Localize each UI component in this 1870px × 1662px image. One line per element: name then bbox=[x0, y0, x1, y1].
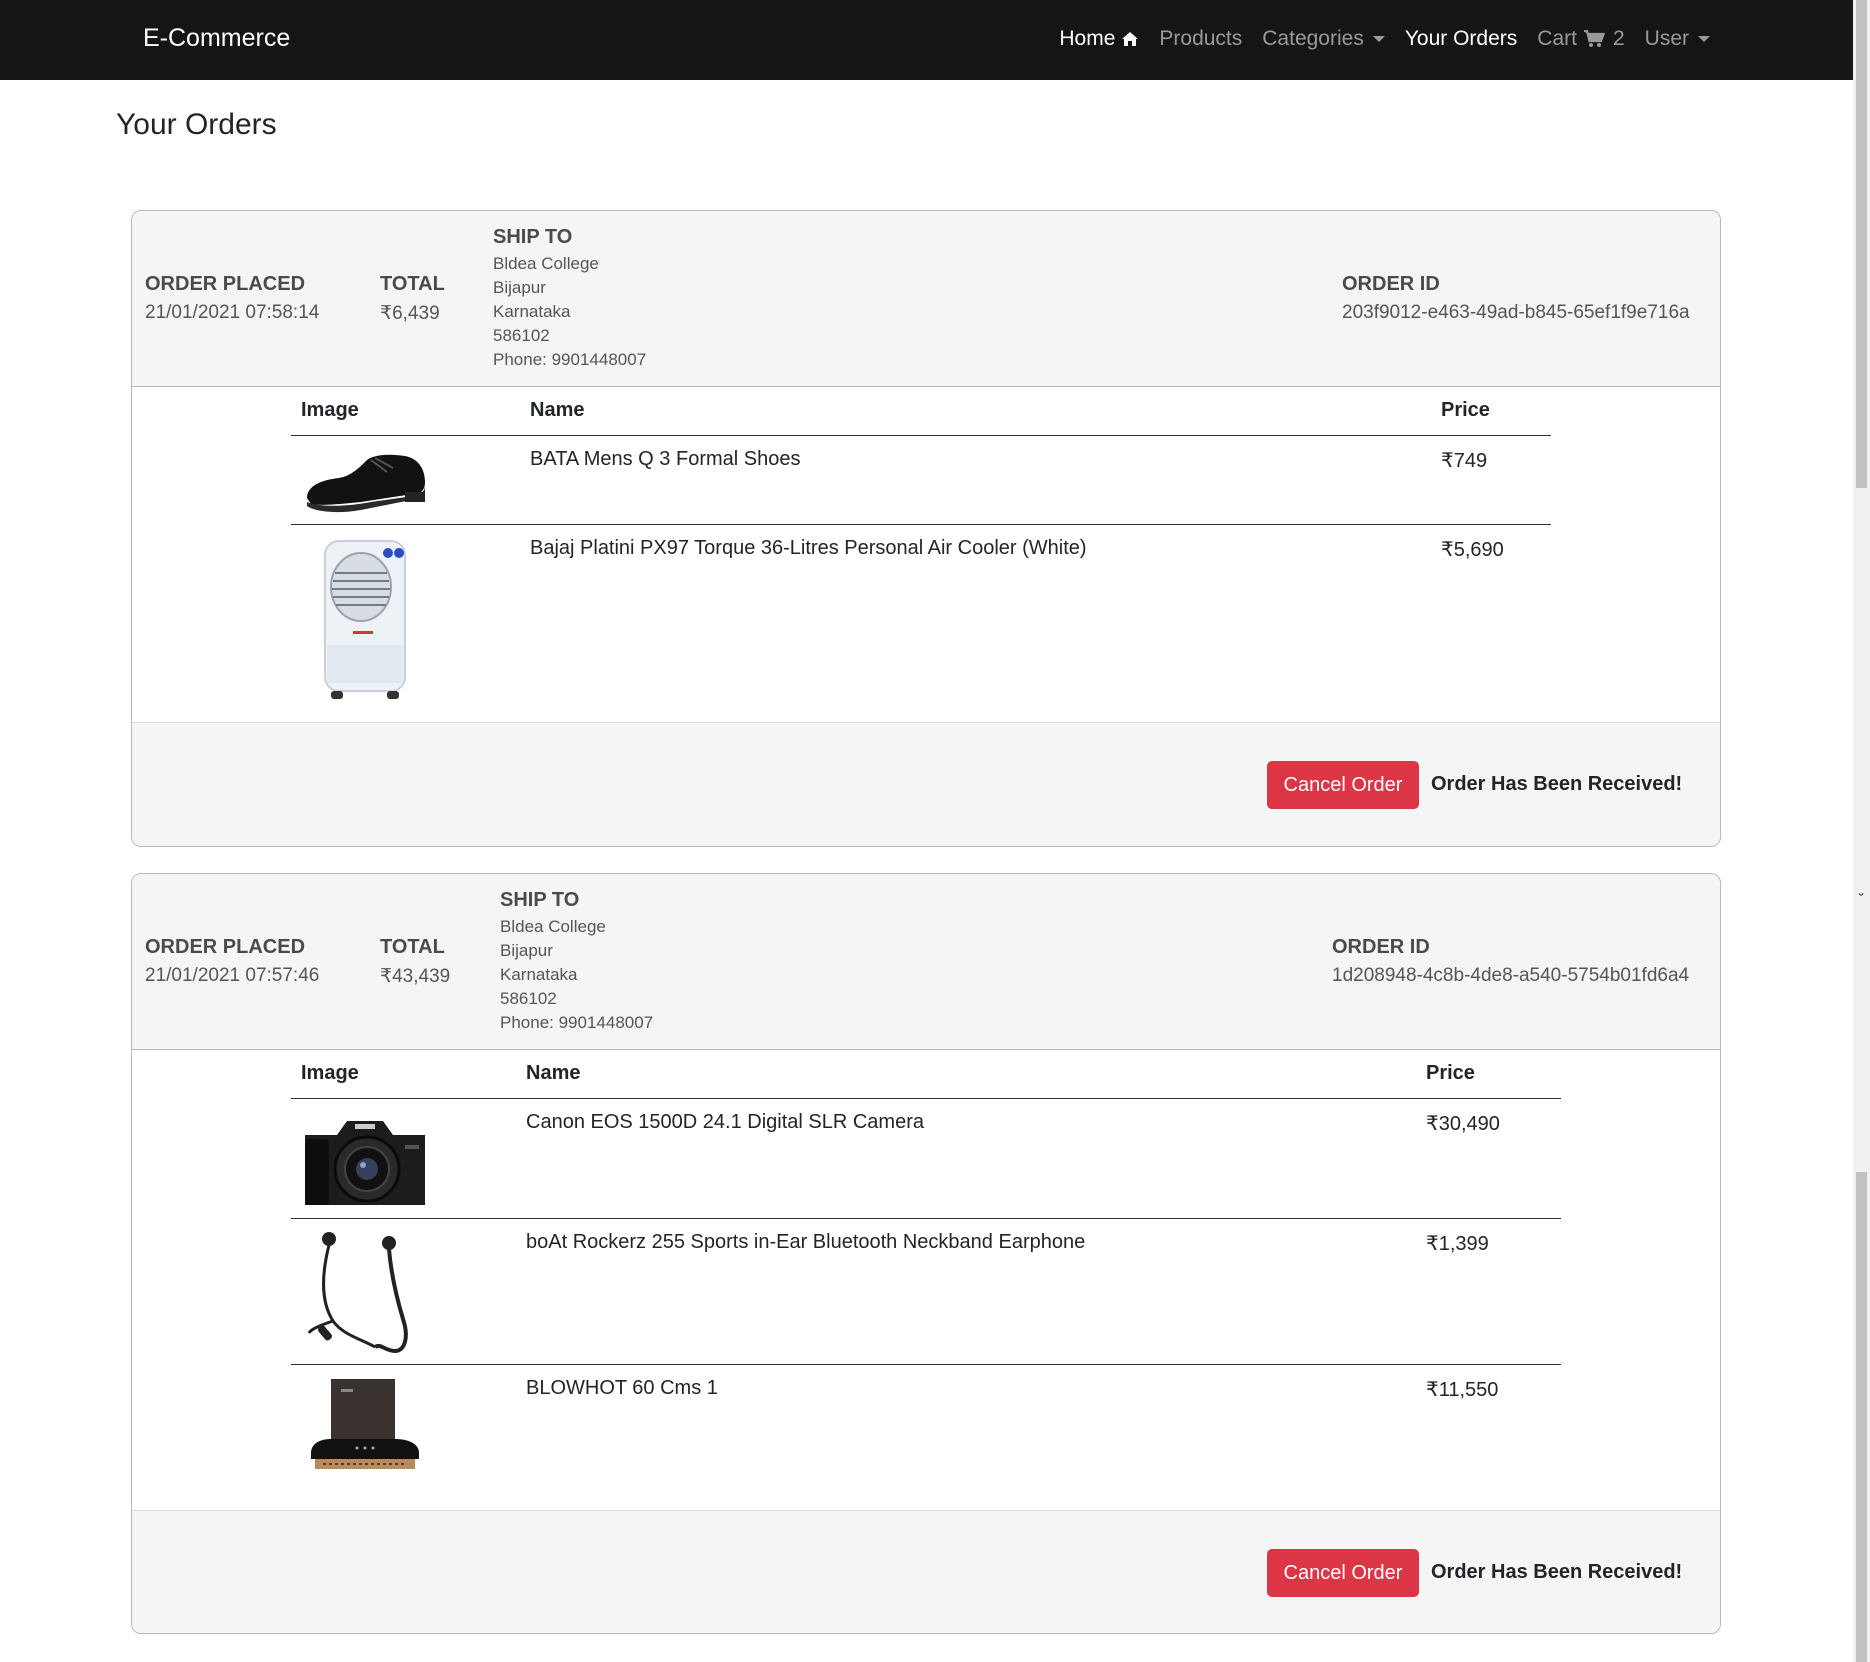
chevron-down-icon bbox=[1698, 36, 1710, 42]
air-cooler-icon bbox=[324, 539, 406, 699]
col-price-header: Price bbox=[1431, 387, 1551, 436]
ship-line: Bijapur bbox=[500, 941, 553, 960]
order-id-value: 1d208948-4c8b-4de8-a540-5754b01fd6a4 bbox=[1332, 965, 1690, 986]
nav-your-orders-label: Your Orders bbox=[1404, 27, 1518, 50]
col-image-header: Image bbox=[291, 387, 520, 436]
item-image[interactable] bbox=[291, 1364, 516, 1510]
order-footer: Cancel Order Order Has Been Received! bbox=[132, 1510, 1720, 1633]
home-icon bbox=[1122, 32, 1139, 46]
ship-line: 586102 bbox=[500, 989, 557, 1008]
table-row: BATA Mens Q 3 Formal Shoes ₹749 bbox=[291, 435, 1551, 525]
nav-cart[interactable]: Cart 2 bbox=[1537, 27, 1624, 51]
nav-categories-label: Categories bbox=[1262, 27, 1364, 50]
cart-count: 2 bbox=[1612, 27, 1625, 50]
col-name-header: Name bbox=[520, 387, 1431, 436]
order-header: ORDER PLACED 21/01/2021 07:57:46 TOTAL ₹… bbox=[132, 874, 1720, 1050]
scrollbar-thumb[interactable] bbox=[1856, 0, 1867, 488]
item-name[interactable]: Canon EOS 1500D 24.1 Digital SLR Camera bbox=[516, 1098, 1416, 1219]
item-price: ₹30,490 bbox=[1416, 1098, 1561, 1219]
nav-products-label: Products bbox=[1159, 27, 1243, 50]
item-price: ₹11,550 bbox=[1426, 1378, 1499, 1401]
chevron-down-icon[interactable]: ⌄ bbox=[1856, 885, 1866, 899]
item-name[interactable]: Bajaj Platini PX97 Torque 36-Litres Pers… bbox=[520, 524, 1431, 722]
table-header-row: Image Name Price bbox=[291, 1050, 1561, 1099]
nav-categories-dropdown[interactable]: Categories bbox=[1262, 27, 1385, 51]
order-items-table: Image Name Price Canon EOS 1500D 24.1 Di… bbox=[291, 1050, 1561, 1510]
ship-line: Bldea College bbox=[500, 917, 606, 936]
neckband-earphone-icon bbox=[307, 1231, 408, 1353]
order-card: ORDER PLACED 21/01/2021 07:58:14 TOTAL ₹… bbox=[131, 210, 1721, 847]
table-row: Canon EOS 1500D 24.1 Digital SLR Camera … bbox=[291, 1098, 1561, 1219]
order-total-label: TOTAL bbox=[380, 273, 445, 295]
nav-user-label: User bbox=[1644, 27, 1689, 50]
ship-phone: Phone: 9901448007 bbox=[500, 1013, 654, 1032]
item-image[interactable] bbox=[291, 1218, 516, 1365]
order-id-label: ORDER ID bbox=[1332, 936, 1430, 958]
formal-shoe-icon bbox=[307, 454, 425, 512]
ship-to-label: SHIP TO bbox=[500, 889, 580, 911]
ship-phone: Phone: 9901448007 bbox=[493, 350, 647, 369]
order-total-value: ₹43,439 bbox=[380, 966, 451, 987]
nav-home[interactable]: Home bbox=[1059, 27, 1139, 51]
brand-logo[interactable]: E-Commerce bbox=[143, 24, 290, 53]
cart-icon bbox=[1583, 30, 1605, 47]
order-placed-label: ORDER PLACED bbox=[145, 936, 306, 958]
ship-line: Karnataka bbox=[500, 965, 578, 984]
scrollbar-thumb[interactable] bbox=[1856, 1172, 1867, 1662]
ship-line: Bijapur bbox=[493, 278, 546, 297]
nav-menu: Home Products Categories Your Orders Car… bbox=[1059, 27, 1710, 51]
order-total-value: ₹6,439 bbox=[380, 303, 440, 324]
page-scrollbar[interactable]: ⌄ bbox=[1853, 0, 1870, 1662]
table-row: Bajaj Platini PX97 Torque 36-Litres Pers… bbox=[291, 524, 1551, 722]
order-status: Order Has Been Received! bbox=[1431, 1561, 1683, 1583]
ship-line: 586102 bbox=[493, 326, 550, 345]
order-id-value: 203f9012-e463-49ad-b845-65ef1f9e716a bbox=[1342, 302, 1690, 323]
ship-to-block: SHIP TO Bldea College Bijapur Karnataka … bbox=[500, 887, 653, 1035]
nav-products[interactable]: Products bbox=[1159, 27, 1242, 51]
item-image[interactable] bbox=[291, 1098, 516, 1219]
item-image[interactable] bbox=[291, 524, 520, 722]
col-price-header: Price bbox=[1416, 1050, 1561, 1099]
cancel-order-button[interactable]: Cancel Order bbox=[1267, 1549, 1419, 1597]
chevron-down-icon bbox=[1372, 36, 1385, 42]
item-name[interactable]: boAt Rockerz 255 Sports in-Ear Bluetooth… bbox=[516, 1218, 1416, 1365]
order-header: ORDER PLACED 21/01/2021 07:58:14 TOTAL ₹… bbox=[132, 211, 1720, 387]
nav-home-label: Home bbox=[1059, 27, 1116, 50]
order-total-label: TOTAL bbox=[380, 936, 445, 958]
order-placed-label: ORDER PLACED bbox=[145, 273, 306, 295]
table-row: BLOWHOT 60 Cms 1 ₹11,550 bbox=[291, 1364, 1561, 1510]
order-card: ORDER PLACED 21/01/2021 07:57:46 TOTAL ₹… bbox=[131, 873, 1721, 1634]
order-placed-date: 21/01/2021 07:58:14 bbox=[145, 302, 320, 323]
col-image-header: Image bbox=[291, 1050, 516, 1099]
order-status: Order Has Been Received! bbox=[1431, 773, 1683, 795]
dslr-camera-icon bbox=[305, 1120, 425, 1205]
item-name[interactable]: BLOWHOT 60 Cms 1 bbox=[516, 1364, 1416, 1510]
page-title: Your Orders bbox=[116, 108, 277, 141]
nav-user-dropdown[interactable]: User bbox=[1645, 27, 1710, 51]
table-header-row: Image Name Price bbox=[291, 387, 1551, 436]
cancel-order-button[interactable]: Cancel Order bbox=[1267, 761, 1419, 809]
navbar: E-Commerce Home Products Categories Your… bbox=[0, 0, 1853, 80]
ship-to-block: SHIP TO Bldea College Bijapur Karnataka … bbox=[493, 224, 646, 372]
item-price: ₹5,690 bbox=[1441, 538, 1504, 561]
order-placed-date: 21/01/2021 07:57:46 bbox=[145, 965, 320, 986]
order-id-label: ORDER ID bbox=[1342, 273, 1440, 295]
order-footer: Cancel Order Order Has Been Received! bbox=[132, 722, 1720, 846]
item-name[interactable]: BATA Mens Q 3 Formal Shoes bbox=[520, 435, 1431, 525]
ship-line: Bldea College bbox=[493, 254, 599, 273]
ship-line: Karnataka bbox=[493, 302, 571, 321]
col-name-header: Name bbox=[516, 1050, 1416, 1099]
nav-your-orders[interactable]: Your Orders bbox=[1405, 27, 1517, 51]
item-price: ₹1,399 bbox=[1416, 1218, 1561, 1365]
order-items-table: Image Name Price BATA Mens Q 3 Formal Sh… bbox=[291, 387, 1551, 722]
ship-to-label: SHIP TO bbox=[493, 226, 573, 248]
item-price: ₹749 bbox=[1431, 435, 1551, 525]
nav-cart-label: Cart bbox=[1537, 27, 1577, 50]
table-row: boAt Rockerz 255 Sports in-Ear Bluetooth… bbox=[291, 1218, 1561, 1365]
chimney-hood-icon bbox=[311, 1378, 419, 1469]
item-image[interactable] bbox=[291, 435, 520, 525]
